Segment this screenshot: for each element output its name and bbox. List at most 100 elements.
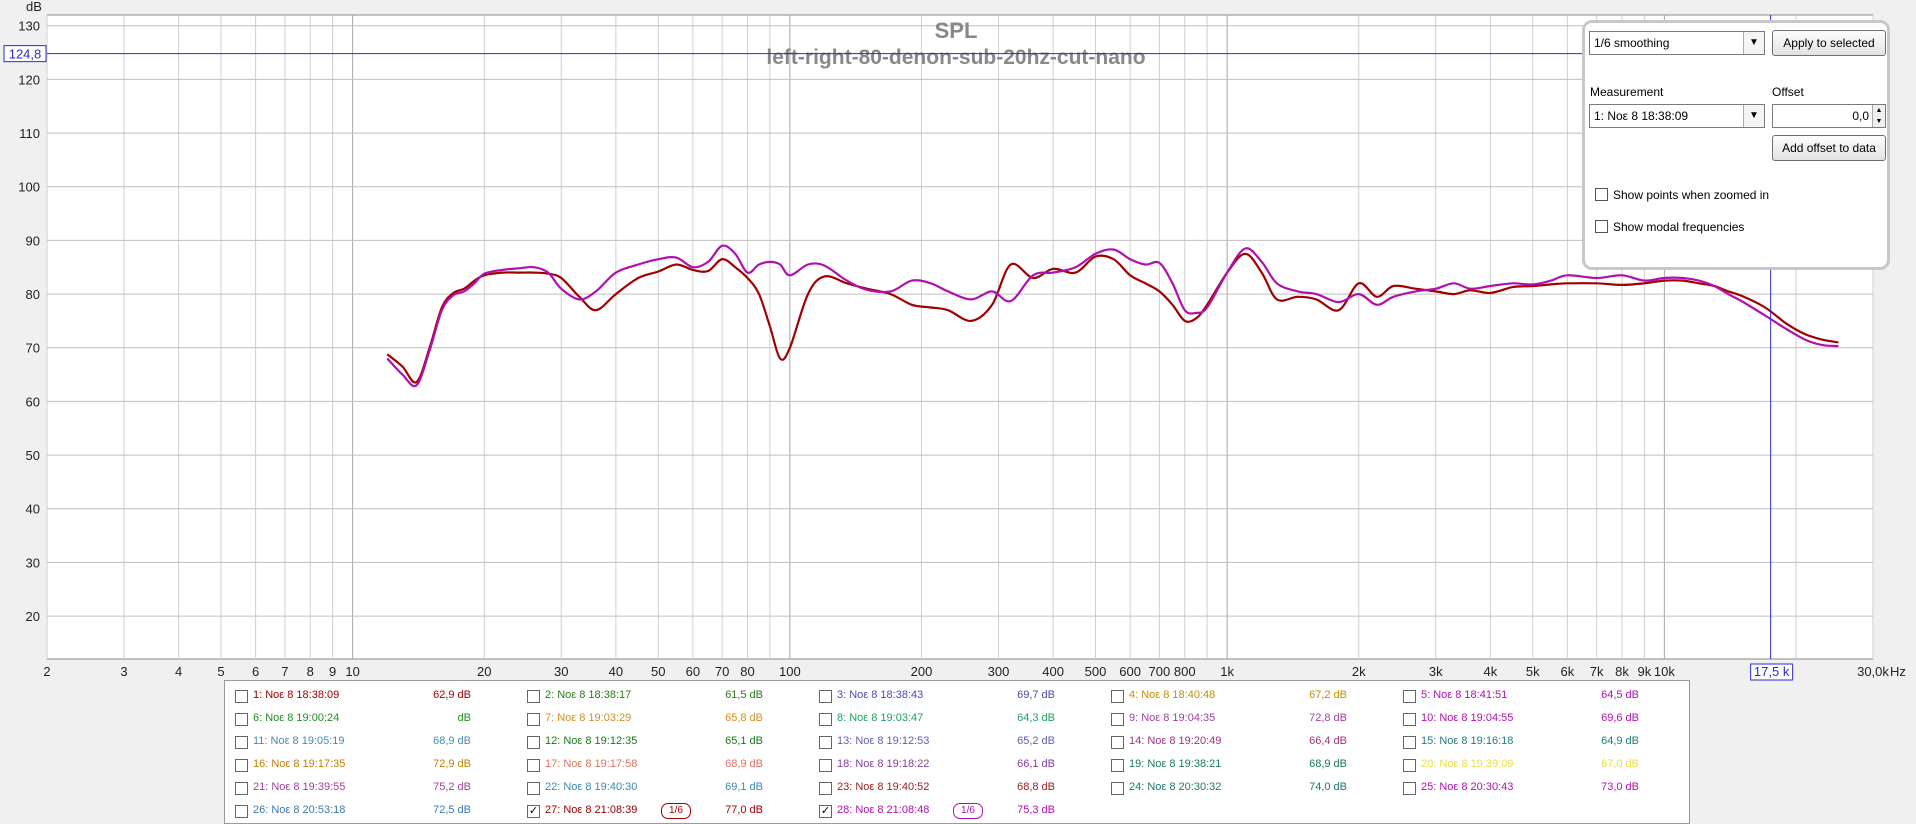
x-tick-label: 30 [554, 664, 568, 679]
legend-item[interactable]: 11: Νοε 8 19:05:19 68,9 dB [225, 731, 517, 754]
legend-checkbox[interactable] [527, 713, 540, 726]
legend-item[interactable]: 12: Νοε 8 19:12:35 65,1 dB [517, 731, 809, 754]
x-tick-label: 8 [307, 664, 314, 679]
add-offset-button[interactable]: Add offset to data [1772, 135, 1886, 161]
legend-value: 74,0 dB [1309, 781, 1347, 793]
measurement-select[interactable]: 1: Νοε 8 18:38:09 ▼ [1589, 104, 1765, 128]
x-tick-label: 30,0k [1857, 664, 1889, 679]
legend-item[interactable]: 4: Νοε 8 18:40:48 67,2 dB [1101, 685, 1393, 708]
legend-name: 21: Νοε 8 19:39:55 [253, 781, 346, 793]
legend-item[interactable]: 20: Νοε 8 19:39:09 67,0 dB [1393, 754, 1685, 777]
legend-item[interactable]: 21: Νοε 8 19:39:55 75,2 dB [225, 777, 517, 800]
legend-name: 18: Νοε 8 19:18:22 [837, 758, 930, 770]
x-tick-label: 50 [651, 664, 665, 679]
legend-item[interactable]: 13: Νοε 8 19:12:53 65,2 dB [809, 731, 1101, 754]
legend-item[interactable]: 25: Νοε 8 20:30:43 73,0 dB [1393, 777, 1685, 800]
chevron-down-icon[interactable]: ▼ [1743, 32, 1764, 54]
legend-item[interactable]: 6: Νοε 8 19:00:24 dB [225, 708, 517, 731]
legend-item[interactable]: 1: Νοε 8 18:38:09 62,9 dB [225, 685, 517, 708]
legend-item[interactable]: 26: Νοε 8 20:53:18 72,5 dB [225, 800, 517, 823]
legend-checkbox[interactable] [527, 690, 540, 703]
legend-value: 68,9 dB [433, 735, 471, 747]
y-axis: 20 30 40 50 60 70 80 90 100 110 120 130 [18, 19, 40, 624]
legend-item[interactable]: 5: Νοε 8 18:41:51 64,5 dB [1393, 685, 1685, 708]
legend-item[interactable]: 2: Νοε 8 18:38:17 61,5 dB [517, 685, 809, 708]
legend-checkbox[interactable] [1111, 690, 1124, 703]
x-tick-label: 5 [217, 664, 224, 679]
legend-checkbox[interactable] [819, 690, 832, 703]
spin-down-icon[interactable]: ▼ [1872, 116, 1885, 127]
legend-item[interactable]: 22: Νοε 8 19:40:30 69,1 dB [517, 777, 809, 800]
x-tick-label: 9 [329, 664, 336, 679]
legend-checkbox[interactable] [235, 805, 248, 818]
legend-value: 61,5 dB [725, 689, 763, 701]
apply-to-selected-button[interactable]: Apply to selected [1772, 30, 1886, 56]
x-tick-label: 6 [252, 664, 259, 679]
x-tick-label: 6k [1561, 664, 1575, 679]
legend-checkbox[interactable] [819, 782, 832, 795]
legend-item[interactable]: 23: Νοε 8 19:40:52 68,8 dB [809, 777, 1101, 800]
y-tick-label: 50 [26, 448, 40, 463]
y-tick-label: 110 [19, 126, 40, 141]
legend-name: 8: Νοε 8 19:03:47 [837, 712, 924, 724]
legend-item[interactable]: 19: Νοε 8 19:38:21 68,9 dB [1101, 754, 1393, 777]
legend-checkbox[interactable] [1111, 782, 1124, 795]
legend-value: 67,0 dB [1601, 758, 1639, 770]
legend-checkbox[interactable] [1403, 713, 1416, 726]
legend-checkbox[interactable] [1403, 759, 1416, 772]
legend-checkbox[interactable] [527, 759, 540, 772]
legend-item[interactable]: 16: Νοε 8 19:17:35 72,9 dB [225, 754, 517, 777]
chevron-down-icon[interactable]: ▼ [1743, 105, 1764, 127]
legend-item[interactable]: 8: Νοε 8 19:03:47 64,3 dB [809, 708, 1101, 731]
legend-checkbox[interactable] [819, 713, 832, 726]
legend-name: 2: Νοε 8 18:38:17 [545, 689, 632, 701]
legend-item[interactable]: 9: Νοε 8 19:04:35 72,8 dB [1101, 708, 1393, 731]
spin-up-icon[interactable]: ▲ [1872, 105, 1885, 116]
x-tick-label: 200 [911, 664, 933, 679]
legend-item[interactable]: ✓ 28: Νοε 8 21:08:48 1/6 75,3 dB [809, 800, 1101, 823]
legend-checkbox[interactable] [1403, 736, 1416, 749]
legend-checkbox[interactable]: ✓ [527, 805, 540, 818]
legend-item[interactable]: 24: Νοε 8 20:30:32 74,0 dB [1101, 777, 1393, 800]
smoothing-select[interactable]: 1/6 smoothing ▼ [1589, 31, 1765, 55]
x-tick-label: 1k [1220, 664, 1234, 679]
legend-value: 69,7 dB [1017, 689, 1055, 701]
legend-checkbox[interactable] [235, 690, 248, 703]
legend-item[interactable]: 14: Νοε 8 19:20:49 66,4 dB [1101, 731, 1393, 754]
legend-checkbox[interactable] [1403, 690, 1416, 703]
legend-item[interactable]: 18: Νοε 8 19:18:22 66,1 dB [809, 754, 1101, 777]
x-tick-label: 500 [1085, 664, 1107, 679]
legend-checkbox[interactable] [235, 782, 248, 795]
legend-checkbox[interactable] [1111, 759, 1124, 772]
legend-checkbox[interactable] [1111, 713, 1124, 726]
legend-item[interactable]: 10: Νοε 8 19:04:55 69,6 dB [1393, 708, 1685, 731]
legend-name: 28: Νοε 8 21:08:48 [837, 804, 930, 816]
x-tick-label: 10 [345, 664, 359, 679]
legend-name: 15: Νοε 8 19:16:18 [1421, 735, 1514, 747]
y-tick-label: 40 [26, 502, 40, 517]
legend-checkbox[interactable] [527, 782, 540, 795]
legend-checkbox[interactable] [235, 713, 248, 726]
x-tick-label: 700 [1149, 664, 1171, 679]
legend-checkbox[interactable] [235, 759, 248, 772]
offset-label: Offset [1772, 85, 1804, 99]
legend-checkbox[interactable] [819, 759, 832, 772]
show-points-checkbox[interactable] [1595, 188, 1608, 201]
legend-item[interactable]: 17: Νοε 8 19:17:58 68,9 dB [517, 754, 809, 777]
legend-checkbox[interactable] [1403, 782, 1416, 795]
show-modal-checkbox[interactable] [1595, 220, 1608, 233]
y-tick-label: 60 [26, 394, 40, 409]
legend-name: 19: Νοε 8 19:38:21 [1129, 758, 1222, 770]
legend-item[interactable]: ✓ 27: Νοε 8 21:08:39 1/6 77,0 dB [517, 800, 809, 823]
legend-checkbox[interactable]: ✓ [819, 805, 832, 818]
offset-input[interactable]: 0,0 ▲ ▼ [1772, 104, 1886, 128]
legend-checkbox[interactable] [1111, 736, 1124, 749]
legend-item[interactable]: 15: Νοε 8 19:16:18 64,9 dB [1393, 731, 1685, 754]
legend-checkbox[interactable] [819, 736, 832, 749]
legend-item[interactable]: 7: Νοε 8 19:03:29 65,8 dB [517, 708, 809, 731]
legend-item[interactable]: 3: Νοε 8 18:38:43 69,7 dB [809, 685, 1101, 708]
x-tick-label: 4k [1484, 664, 1498, 679]
legend-checkbox[interactable] [527, 736, 540, 749]
legend-name: 22: Νοε 8 19:40:30 [545, 781, 638, 793]
legend-checkbox[interactable] [235, 736, 248, 749]
